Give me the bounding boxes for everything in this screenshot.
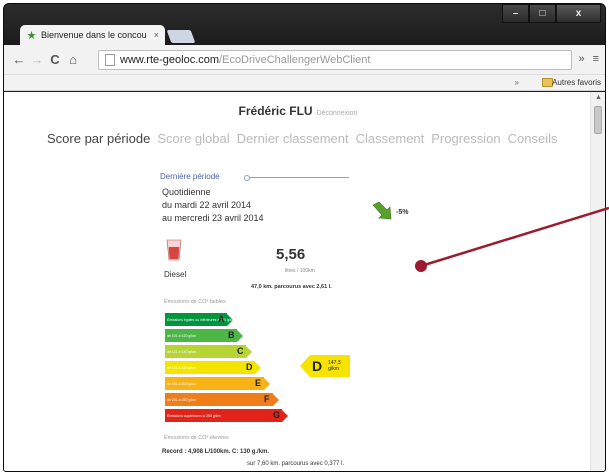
emission-band-text: de 141 à 160 g/km — [165, 361, 255, 374]
scrollbar-thumb[interactable] — [594, 106, 602, 134]
page-icon — [105, 54, 115, 66]
period-frequency: Quotidienne — [162, 187, 211, 197]
distance-summary: 47,0 km. parcourus avec 2,61 l. — [251, 284, 332, 290]
url-path: /EcoDriveChallengerWebClient — [219, 54, 371, 66]
emission-band-f: de 201 à 250 g/km F — [165, 393, 279, 406]
emission-band-tip — [237, 329, 243, 342]
extensions-overflow-button[interactable]: » — [578, 53, 584, 65]
emission-band-c: de 121 à 140 g/km C — [165, 345, 252, 358]
period-to: au mercredi 23 avril 2014 — [162, 213, 264, 223]
nav-dernier-classement[interactable]: Dernier classement — [237, 131, 349, 146]
maximize-button[interactable]: □ — [529, 4, 556, 23]
tab-title: Bienvenue dans le concou — [41, 30, 147, 40]
new-tab-button[interactable] — [166, 30, 196, 43]
emissions-low-label: Émissions de CO² faibles — [164, 299, 226, 305]
user-header: Frédéric FLU Déconnexion — [4, 104, 592, 118]
bookmarks-bar: » Autres favoris — [4, 75, 605, 91]
close-window-button[interactable]: x — [556, 4, 601, 23]
emission-band-tip — [264, 377, 270, 390]
fuel-type: Diesel — [164, 270, 187, 279]
emission-band-letter: D — [246, 362, 253, 372]
emission-band-text: de 121 à 140 g/km — [165, 345, 246, 358]
record-line-2: sur 7,60 km. parcourus avec 0,377 l. — [247, 461, 345, 467]
main-nav: Score par période Score global Dernier c… — [47, 131, 558, 146]
emission-band-b: de 101 à 120 g/km B — [165, 329, 243, 342]
emission-band-text: de 201 à 250 g/km — [165, 393, 273, 406]
trend-down-arrow-icon — [372, 202, 392, 220]
nav-progression[interactable]: Progression — [431, 131, 500, 146]
emissions-rating-badge: D 147,3 g/km — [300, 355, 350, 377]
rating-pointer — [300, 355, 310, 377]
nav-classement[interactable]: Classement — [356, 131, 425, 146]
emission-band-text: de 161 à 200 g/km — [165, 377, 264, 390]
browser-tab[interactable]: ★ Bienvenue dans le concou × — [20, 25, 165, 45]
forward-button[interactable]: → — [28, 52, 46, 67]
emission-band-tip — [282, 409, 288, 422]
trend-value: -5% — [396, 209, 409, 216]
page-content: Frédéric FLU Déconnexion Score par périod… — [4, 92, 592, 471]
emission-band-letter: A — [218, 314, 225, 324]
fuel-glass-icon — [166, 239, 182, 261]
rating-value: 147,3 g/km — [328, 360, 341, 372]
url-host: www.rte-geoloc.com — [120, 54, 220, 66]
user-name: Frédéric FLU — [238, 104, 313, 118]
emission-band-letter: E — [255, 378, 262, 388]
emission-band-a: Émissions égales ou inférieures à 100 g/… — [165, 313, 235, 326]
consumption-unit: litres / 100km — [285, 268, 315, 274]
bookmark-folder-other[interactable]: Autres favoris — [552, 78, 601, 87]
record-line-1: Record : 4,908 L/100km. C: 130 g./km. — [162, 449, 270, 455]
emission-band-d: de 141 à 160 g/km D — [165, 361, 261, 374]
emission-band-letter: G — [273, 410, 281, 420]
rating-letter: D — [312, 358, 323, 374]
emission-band-text: Émissions supérieures à 250 g/km — [165, 409, 282, 422]
nav-score-par-periode[interactable]: Score par période — [47, 131, 150, 146]
scroll-up-icon[interactable]: ▲ — [595, 94, 602, 101]
browser-toolbar: ← → C ⌂ www.rte-geoloc.com/EcoDriveChall… — [4, 45, 605, 75]
emission-band-tip — [273, 393, 279, 406]
emission-band-tip — [255, 361, 261, 374]
tab-close-icon[interactable]: × — [154, 30, 159, 40]
emission-band-tip — [246, 345, 252, 358]
window-controls: – □ x — [502, 4, 601, 23]
browser-window: ★ Bienvenue dans le concou × – □ x ← → C… — [3, 3, 606, 472]
tab-strip: ★ Bienvenue dans le concou × – □ x — [4, 4, 605, 45]
star-favicon-icon: ★ — [26, 29, 37, 42]
emission-band-text: de 101 à 120 g/km — [165, 329, 237, 342]
rating-unit: g/km — [328, 366, 339, 372]
back-button[interactable]: ← — [10, 52, 28, 67]
nav-conseils[interactable]: Conseils — [508, 131, 558, 146]
bookmarks-overflow-button[interactable]: » — [515, 78, 519, 87]
minimize-button[interactable]: – — [502, 4, 529, 23]
emission-band-letter: B — [228, 330, 235, 340]
menu-icon[interactable]: ≡ — [593, 53, 599, 65]
reload-button[interactable]: C — [46, 52, 64, 67]
nav-score-global[interactable]: Score global — [157, 131, 229, 146]
consumption-value: 5,56 — [276, 246, 306, 263]
address-bar[interactable]: www.rte-geoloc.com/EcoDriveChallengerWeb… — [98, 50, 572, 70]
emission-band-letter: C — [237, 346, 244, 356]
home-button[interactable]: ⌂ — [64, 52, 82, 67]
emissions-high-label: Émissions de CO² élevées — [164, 435, 229, 441]
period-divider — [244, 175, 349, 181]
vertical-scrollbar[interactable]: ▲ — [590, 92, 605, 471]
emission-band-g: Émissions supérieures à 250 g/km G — [165, 409, 288, 422]
logout-link[interactable]: Déconnexion — [317, 110, 358, 117]
emission-band-letter: F — [264, 394, 270, 404]
rating-body: D 147,3 g/km — [310, 355, 350, 377]
period-title: Dernière période — [160, 172, 220, 181]
toolbar-right: » ≡ — [578, 53, 599, 65]
period-from: du mardi 22 avril 2014 — [162, 200, 252, 210]
emission-band-e: de 161 à 200 g/km E — [165, 377, 270, 390]
